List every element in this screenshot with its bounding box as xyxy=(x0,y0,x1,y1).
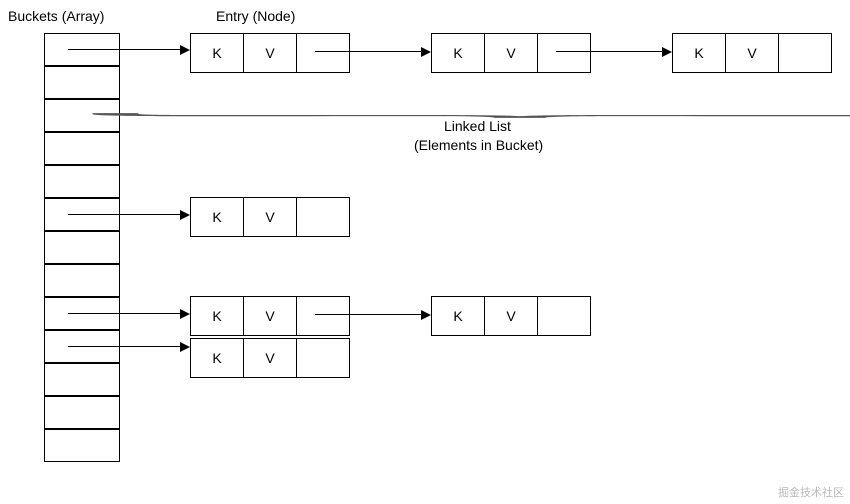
key-cell: K xyxy=(432,34,485,72)
arrow-b0 xyxy=(68,49,182,50)
entry-node: K V xyxy=(190,338,350,378)
value-cell: V xyxy=(244,297,297,335)
arrow-r1-2-head xyxy=(662,47,672,57)
bucket-4 xyxy=(44,165,120,198)
next-cell xyxy=(297,339,349,377)
entry-node: K V xyxy=(190,296,350,336)
value-cell: V xyxy=(244,34,297,72)
bucket-7 xyxy=(44,264,120,297)
bucket-1 xyxy=(44,66,120,99)
value-cell: V xyxy=(485,297,538,335)
key-cell: K xyxy=(673,34,726,72)
arrow-r1-1-head xyxy=(421,47,431,57)
value-cell: V xyxy=(244,198,297,236)
arrow-b5-head xyxy=(180,210,190,220)
bucket-12 xyxy=(44,429,120,462)
bucket-10 xyxy=(44,363,120,396)
arrow-r1-2 xyxy=(556,51,664,52)
value-cell: V xyxy=(485,34,538,72)
entry-node: K V xyxy=(431,33,591,73)
entry-label: Entry (Node) xyxy=(216,8,295,24)
entry-node: K V xyxy=(672,33,832,73)
arrow-b9 xyxy=(68,346,182,347)
bucket-6 xyxy=(44,231,120,264)
arrow-r3-1 xyxy=(315,314,423,315)
entry-node: K V xyxy=(190,197,350,237)
arrow-b5 xyxy=(68,214,182,215)
key-cell: K xyxy=(191,297,244,335)
value-cell: V xyxy=(726,34,779,72)
arrow-b8 xyxy=(68,313,182,314)
bucket-3 xyxy=(44,132,120,165)
arrow-r1-1 xyxy=(315,51,423,52)
key-cell: K xyxy=(191,339,244,377)
bucket-11 xyxy=(44,396,120,429)
entry-node: K V xyxy=(190,33,350,73)
arrow-b9-head xyxy=(180,342,190,352)
next-cell xyxy=(297,198,349,236)
next-cell xyxy=(538,34,590,72)
arrow-b8-head xyxy=(180,309,190,319)
key-cell: K xyxy=(432,297,485,335)
key-cell: K xyxy=(191,34,244,72)
linked-list-label-1: Linked List xyxy=(444,118,511,134)
buckets-label: Buckets (Array) xyxy=(8,8,104,24)
next-cell xyxy=(297,297,349,335)
key-cell: K xyxy=(191,198,244,236)
linked-list-label-2: (Elements in Bucket) xyxy=(414,137,543,153)
next-cell xyxy=(538,297,590,335)
next-cell xyxy=(297,34,349,72)
arrow-b0-head xyxy=(180,45,190,55)
watermark: 掘金技术社区 xyxy=(778,484,844,500)
value-cell: V xyxy=(244,339,297,377)
entry-node: K V xyxy=(431,296,591,336)
arrow-r3-1-head xyxy=(421,310,431,320)
next-cell xyxy=(779,34,831,72)
